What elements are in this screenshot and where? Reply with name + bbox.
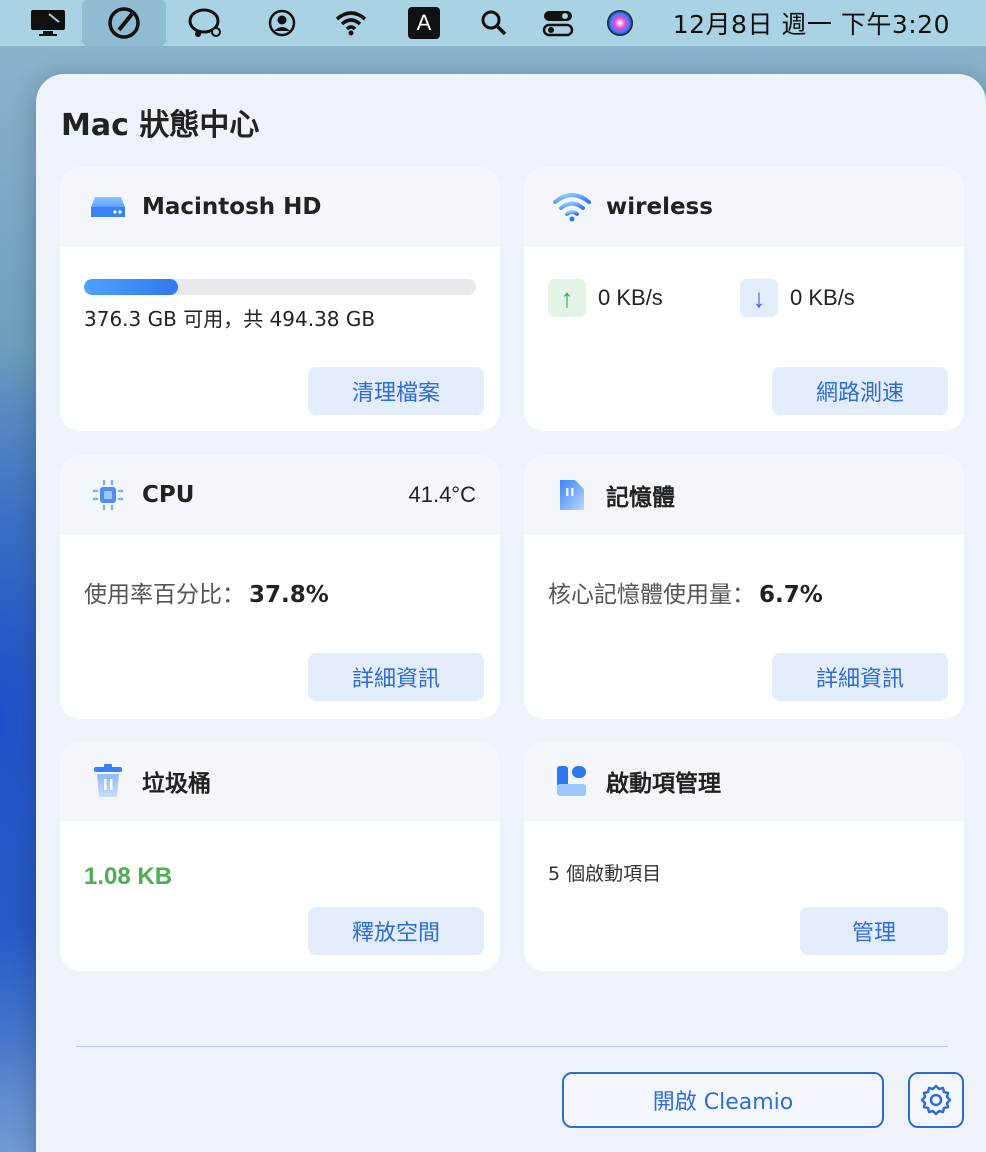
wifi-icon bbox=[552, 187, 592, 227]
memory-usage-value: 6.7% bbox=[759, 582, 823, 608]
cpu-temperature: 41.4°C bbox=[408, 482, 476, 507]
cleamio-icon[interactable] bbox=[82, 0, 166, 46]
memory-card: 記憶體 核心記憶體使用量： 6.7% 詳細資訊 bbox=[524, 455, 964, 719]
panel-title: Mac 狀態中心 bbox=[61, 108, 260, 143]
trash-size: 1.08 KB bbox=[84, 863, 173, 890]
startup-items-icon bbox=[552, 761, 592, 801]
clean-files-button[interactable]: 清理檔案 bbox=[308, 367, 484, 415]
download-speed: ↓ 0 KB/s bbox=[740, 279, 855, 317]
upload-speed-value: 0 KB/s bbox=[598, 285, 663, 310]
memory-details-button[interactable]: 詳細資訊 bbox=[772, 653, 948, 701]
cpu-details-button[interactable]: 詳細資訊 bbox=[308, 653, 484, 701]
search-icon[interactable] bbox=[474, 0, 514, 46]
cpu-chip-icon bbox=[88, 475, 128, 515]
network-card: wireless ↑ 0 KB/s ↓ 0 KB/s 網路測速 bbox=[524, 167, 964, 431]
disk-name: Macintosh HD bbox=[142, 194, 322, 220]
memory-card-header: 記憶體 bbox=[524, 455, 964, 535]
menu-bar-clock[interactable]: 12月8日 週一 下午3:20 bbox=[673, 0, 950, 46]
manage-startup-button[interactable]: 管理 bbox=[800, 907, 948, 955]
free-space-button[interactable]: 釋放空間 bbox=[308, 907, 484, 955]
cpu-card-header: CPU 41.4°C bbox=[60, 455, 500, 535]
input-method-icon[interactable]: A bbox=[406, 0, 442, 46]
network-name: wireless bbox=[606, 194, 713, 220]
upload-arrow-icon: ↑ bbox=[548, 279, 586, 317]
cpu-usage-label: 使用率百分比： bbox=[84, 582, 245, 608]
disk-card-header: Macintosh HD bbox=[60, 167, 500, 247]
menu-bar: A 12月8日 週一 下午3:20 bbox=[0, 0, 986, 46]
memory-name: 記憶體 bbox=[606, 485, 675, 511]
settings-button[interactable] bbox=[908, 1072, 964, 1128]
cpu-usage: 使用率百分比： 37.8% bbox=[84, 575, 329, 609]
footer-divider bbox=[76, 1046, 948, 1047]
hard-drive-icon bbox=[88, 187, 128, 227]
memory-icon bbox=[552, 475, 592, 515]
startup-card-header: 啟動項管理 bbox=[524, 741, 964, 821]
wifi-icon[interactable] bbox=[328, 0, 374, 46]
control-center-icon[interactable] bbox=[538, 0, 578, 46]
disk-card: Macintosh HD 376.3 GB 可用，共 494.38 GB 清理檔… bbox=[60, 167, 500, 431]
user-icon[interactable] bbox=[260, 0, 304, 46]
memory-usage: 核心記憶體使用量： 6.7% bbox=[548, 575, 823, 609]
status-center-panel: Mac 狀態中心 Macintosh HD 376.3 GB 可用，共 494.… bbox=[36, 74, 986, 1152]
cpu-usage-value: 37.8% bbox=[249, 582, 329, 608]
trash-card: 垃圾桶 1.08 KB 釋放空間 bbox=[60, 741, 500, 971]
trash-icon bbox=[88, 761, 128, 801]
cpu-card: CPU 41.4°C 使用率百分比： 37.8% 詳細資訊 bbox=[60, 455, 500, 719]
startup-name: 啟動項管理 bbox=[606, 771, 721, 797]
display-icon[interactable] bbox=[22, 0, 74, 46]
chat-icon[interactable] bbox=[182, 0, 230, 46]
upload-speed: ↑ 0 KB/s bbox=[548, 279, 663, 317]
siri-icon[interactable] bbox=[600, 0, 640, 46]
network-card-header: wireless bbox=[524, 167, 964, 247]
download-speed-value: 0 KB/s bbox=[790, 285, 855, 310]
gear-icon bbox=[920, 1084, 952, 1116]
cpu-name: CPU bbox=[142, 482, 195, 508]
trash-name: 垃圾桶 bbox=[142, 771, 211, 797]
startup-card: 啟動項管理 5 個啟動項目 管理 bbox=[524, 741, 964, 971]
speed-test-button[interactable]: 網路測速 bbox=[772, 367, 948, 415]
input-method-label: A bbox=[408, 7, 440, 39]
disk-usage-bar bbox=[84, 279, 476, 295]
memory-usage-label: 核心記憶體使用量： bbox=[548, 582, 755, 608]
startup-count: 5 個啟動項目 bbox=[548, 863, 662, 885]
disk-usage-bar-fill bbox=[84, 279, 179, 295]
disk-usage-text: 376.3 GB 可用，共 494.38 GB bbox=[84, 307, 376, 331]
open-cleamio-button[interactable]: 開啟 Cleamio bbox=[562, 1072, 884, 1128]
trash-card-header: 垃圾桶 bbox=[60, 741, 500, 821]
download-arrow-icon: ↓ bbox=[740, 279, 778, 317]
